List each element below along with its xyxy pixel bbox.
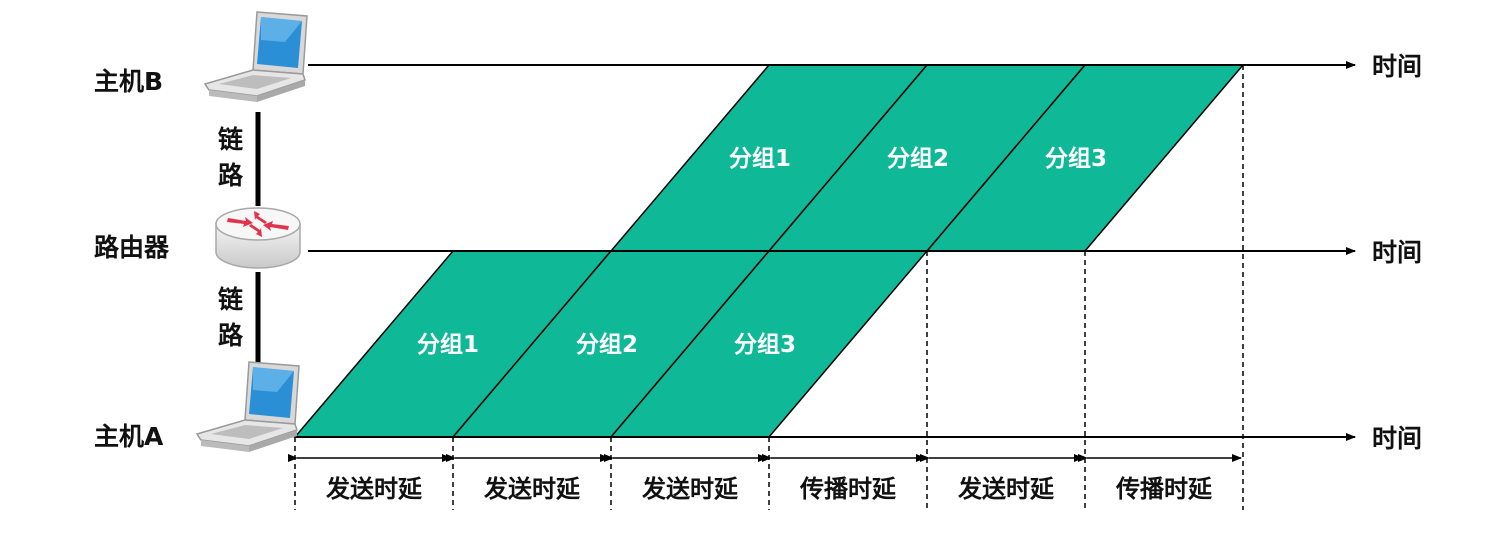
diagram-canvas: 主机B 路由器 主机A 链 路 链 路 时间 时间 时间 分组1 分组2 分组3…: [94, 11, 1422, 510]
segment-label-5: 发送时延: [957, 475, 1055, 503]
segment-label-6: 传播时延: [1115, 475, 1213, 503]
segment-label-2: 发送时延: [483, 475, 581, 503]
link-label-upper-1: 链: [218, 125, 243, 154]
time-label-host-b: 时间: [1372, 52, 1422, 81]
time-label-host-a: 时间: [1372, 424, 1422, 453]
link-label-upper-2: 路: [218, 161, 244, 190]
time-label-router: 时间: [1372, 238, 1422, 267]
packet-label-lower-3: 分组3: [734, 331, 796, 358]
router-label: 路由器: [94, 233, 170, 262]
segment-label-3: 发送时延: [641, 475, 739, 503]
segment-label-1: 发送时延: [325, 475, 423, 503]
link-label-lower-1: 链: [218, 285, 243, 314]
router-icon: [215, 207, 301, 269]
laptop-icon: [203, 11, 308, 102]
laptop-icon: [195, 361, 300, 452]
packet-label-upper-3: 分组3: [1045, 145, 1107, 172]
packet-label-lower-2: 分组2: [576, 331, 638, 358]
delay-diagram: 主机B 路由器 主机A 链 路 链 路 时间 时间 时间 分组1 分组2 分组3…: [0, 0, 1495, 531]
packet-label-lower-1: 分组1: [417, 331, 479, 358]
segment-label-4: 传播时延: [799, 475, 897, 503]
packet-label-upper-1: 分组1: [729, 145, 791, 172]
host-a-label: 主机A: [94, 422, 164, 451]
host-b-label: 主机B: [94, 67, 163, 96]
link-label-lower-2: 路: [218, 321, 244, 350]
packet-label-upper-2: 分组2: [887, 145, 949, 172]
